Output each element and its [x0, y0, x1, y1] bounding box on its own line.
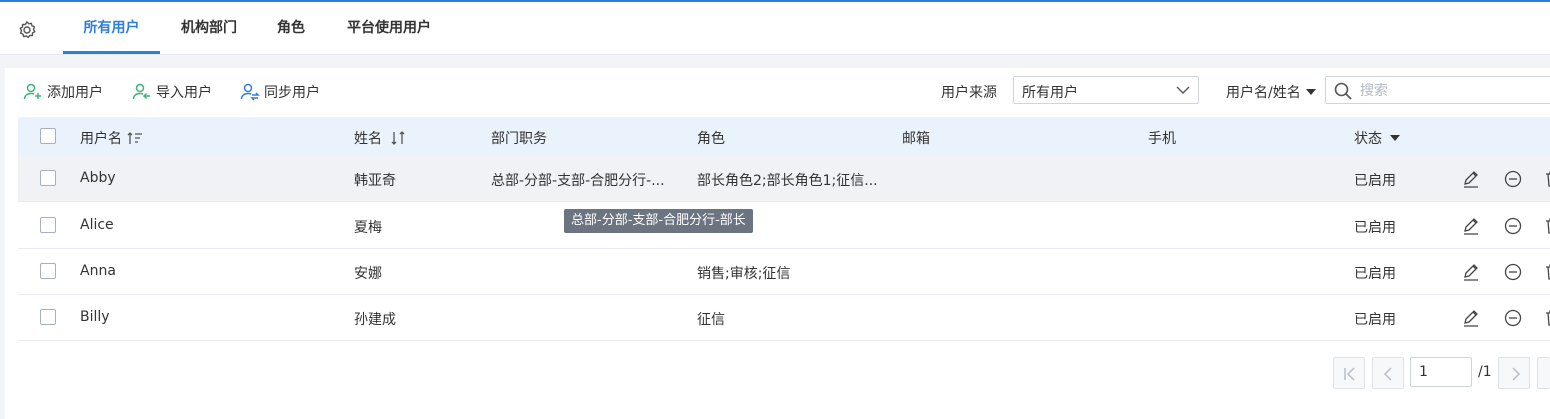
next-page-button[interactable]	[1498, 357, 1530, 389]
dept-tooltip: 总部-分部-支部-合肥分行-部长	[564, 209, 753, 233]
sync-user-button[interactable]: 同步用户	[240, 80, 320, 104]
select-all-checkbox[interactable]	[40, 128, 56, 144]
cell-username: Anna	[80, 263, 116, 279]
page-number-input[interactable]	[1410, 357, 1472, 387]
search-field-dropdown[interactable]: 用户名/姓名	[1226, 82, 1317, 102]
header-status-label: 状态	[1354, 131, 1382, 147]
cell-status: 已启用	[1354, 220, 1396, 236]
header-email: 邮箱	[902, 131, 930, 147]
delete-icon[interactable]	[1544, 263, 1550, 281]
cell-name: 孙建成	[354, 312, 396, 328]
prev-page-button[interactable]	[1372, 357, 1404, 389]
caret-down-icon	[1390, 135, 1400, 141]
disable-icon[interactable]	[1504, 217, 1522, 235]
header-dept: 部门职务	[491, 131, 547, 147]
import-user-button[interactable]: 导入用户	[132, 80, 212, 104]
cell-role: 销售;审核;征信	[697, 266, 791, 282]
header-status[interactable]: 状态	[1354, 128, 1401, 148]
header-name[interactable]: 姓名	[354, 128, 406, 148]
cell-username: Billy	[80, 309, 110, 325]
table-row[interactable]: Billy 孙建成 征信 已启用	[18, 295, 1550, 341]
add-user-label: 添加用户	[47, 85, 103, 101]
disable-icon[interactable]	[1504, 263, 1522, 281]
cell-name: 安娜	[354, 266, 382, 282]
edit-icon[interactable]	[1462, 170, 1480, 188]
cell-role: 征信	[697, 312, 725, 328]
sync-user-icon	[240, 83, 260, 101]
tab-departments[interactable]: 机构部门	[170, 2, 248, 53]
table-header: 用户名 姓名 部门职务 角色 邮箱 手机 状态	[18, 117, 1550, 156]
user-source-label: 用户来源	[941, 85, 997, 101]
cell-status: 已启用	[1354, 266, 1396, 282]
search-input[interactable]	[1358, 80, 1542, 102]
edit-icon[interactable]	[1462, 263, 1480, 281]
caret-down-icon	[1305, 89, 1316, 95]
header-username[interactable]: 用户名	[80, 128, 143, 148]
last-page-button[interactable]	[1537, 357, 1550, 389]
header-role: 角色	[697, 131, 725, 147]
import-user-icon	[132, 83, 150, 100]
sort-asc-icon	[127, 132, 142, 144]
import-user-label: 导入用户	[156, 85, 212, 101]
add-user-button[interactable]: 添加用户	[23, 80, 103, 104]
row-checkbox[interactable]	[40, 263, 56, 279]
search-icon	[1334, 82, 1352, 100]
header-name-label: 姓名	[354, 131, 382, 147]
delete-icon[interactable]	[1544, 170, 1550, 188]
tab-all-users[interactable]: 所有用户	[63, 2, 160, 54]
add-user-icon	[23, 83, 41, 100]
delete-icon[interactable]	[1544, 217, 1550, 235]
main-panel: 添加用户 导入用户 同步用户 用户来源 所有用户 用户名/姓名 用户名	[5, 68, 1550, 419]
cell-role: 部长角色2;部长角色1;征信...	[697, 173, 878, 189]
cell-status: 已启用	[1354, 173, 1396, 189]
delete-icon[interactable]	[1544, 309, 1550, 327]
edit-icon[interactable]	[1462, 309, 1480, 327]
user-source-value: 所有用户	[1022, 85, 1078, 101]
row-checkbox[interactable]	[40, 170, 56, 186]
row-checkbox[interactable]	[40, 309, 56, 325]
table-row[interactable]: Anna 安娜 销售;审核;征信 已启用	[18, 249, 1550, 295]
cell-username: Abby	[80, 170, 116, 186]
header-username-label: 用户名	[80, 131, 122, 147]
chevron-right-icon	[1512, 367, 1521, 381]
search-field-label: 用户名/姓名	[1226, 85, 1301, 101]
edit-icon[interactable]	[1462, 217, 1480, 235]
cell-name: 夏梅	[354, 220, 382, 236]
sync-user-label: 同步用户	[264, 85, 320, 101]
tab-roles[interactable]: 角色	[266, 2, 316, 53]
gear-icon[interactable]	[17, 20, 37, 40]
cell-status: 已启用	[1354, 312, 1396, 328]
disable-icon[interactable]	[1504, 309, 1522, 327]
tab-platform-users[interactable]: 平台使用用户	[336, 2, 442, 53]
disable-icon[interactable]	[1504, 170, 1522, 188]
user-source-select[interactable]: 所有用户	[1013, 76, 1199, 104]
cell-name: 韩亚奇	[354, 173, 396, 189]
table-row[interactable]: Abby 韩亚奇 总部-分部-支部-合肥分行-... 部长角色2;部长角色1;征…	[18, 156, 1550, 202]
cell-dept: 总部-分部-支部-合肥分行-...	[491, 173, 665, 189]
chevron-down-icon	[1176, 86, 1190, 94]
table-row[interactable]: Alice 夏梅 已启用	[18, 202, 1550, 249]
first-page-icon	[1344, 367, 1355, 381]
cell-username: Alice	[80, 217, 114, 233]
row-checkbox[interactable]	[40, 217, 56, 233]
tab-bar: 所有用户 机构部门 角色 平台使用用户	[0, 2, 1550, 55]
search-box	[1325, 76, 1550, 104]
first-page-button[interactable]	[1333, 357, 1365, 389]
chevron-left-icon	[1383, 367, 1392, 381]
page-total: /1	[1478, 364, 1492, 380]
sort-icon	[391, 131, 405, 145]
header-phone: 手机	[1148, 131, 1176, 147]
